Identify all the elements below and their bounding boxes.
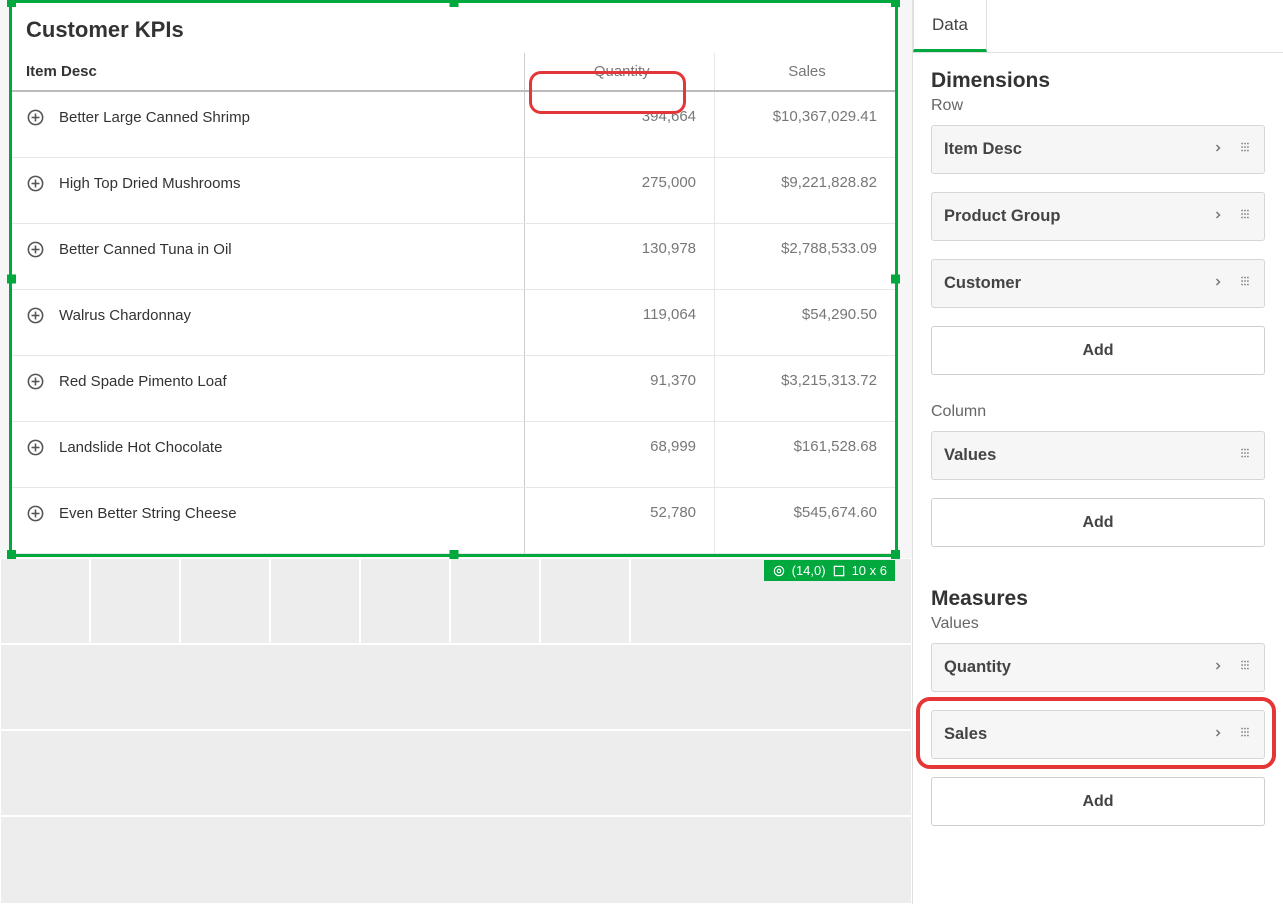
resize-handle-top-right[interactable] xyxy=(891,0,900,7)
row-sales: $9,221,828.82 xyxy=(715,158,895,224)
pivot-table: Item Desc Quantity Sales Better Large Ca… xyxy=(12,53,895,554)
resize-handle-middle-left[interactable] xyxy=(7,274,16,283)
table-row[interactable]: Red Spade Pimento Loaf 91,370$3,215,313.7… xyxy=(12,356,895,422)
row-quantity: 52,780 xyxy=(525,488,715,554)
add-label: Add xyxy=(1082,793,1113,811)
expand-icon[interactable] xyxy=(26,504,45,523)
chevron-right-icon xyxy=(1212,659,1226,677)
expand-icon[interactable] xyxy=(26,372,45,391)
expand-icon[interactable] xyxy=(26,306,45,325)
selection-size: 10 x 6 xyxy=(852,563,887,578)
pill-label: Item Desc xyxy=(944,140,1212,159)
resize-handle-top-left[interactable] xyxy=(7,0,16,7)
drag-handle-icon[interactable] xyxy=(1238,658,1252,677)
row-sales: $54,290.50 xyxy=(715,290,895,356)
tab-data[interactable]: Data xyxy=(913,0,987,52)
expand-icon[interactable] xyxy=(26,240,45,259)
chevron-right-icon xyxy=(1212,275,1226,293)
chevron-right-icon xyxy=(1212,726,1226,744)
pill-label: Product Group xyxy=(944,207,1212,226)
selection-coord: (14,0) xyxy=(792,563,826,578)
resize-handle-bottom-left[interactable] xyxy=(7,550,16,559)
row-sales: $545,674.60 xyxy=(715,488,895,554)
table-row[interactable]: Even Better String Cheese 52,780$545,674.… xyxy=(12,488,895,554)
target-icon xyxy=(772,564,786,578)
panel-tabs: Data xyxy=(913,0,1283,53)
pill-label: Values xyxy=(944,446,1238,465)
resize-handle-middle-right[interactable] xyxy=(891,274,900,283)
row-sales: $161,528.68 xyxy=(715,422,895,488)
expand-icon[interactable] xyxy=(26,438,45,457)
add-row-dimension-button[interactable]: Add xyxy=(931,326,1265,375)
dimension-pill-item-desc[interactable]: Item Desc xyxy=(931,125,1265,174)
row-label: Better Canned Tuna in Oil xyxy=(59,241,232,258)
add-label: Add xyxy=(1082,342,1113,360)
measures-title: Measures xyxy=(931,587,1265,611)
size-icon xyxy=(832,564,846,578)
row-label: Better Large Canned Shrimp xyxy=(59,109,250,126)
drag-handle-icon[interactable] xyxy=(1238,446,1252,465)
expand-icon[interactable] xyxy=(26,174,45,193)
row-label: Even Better String Cheese xyxy=(59,505,237,522)
drag-handle-icon[interactable] xyxy=(1238,140,1252,159)
drag-handle-icon[interactable] xyxy=(1238,274,1252,293)
drag-handle-icon[interactable] xyxy=(1238,207,1252,226)
row-label: High Top Dried Mushrooms xyxy=(59,175,240,192)
canvas-grid xyxy=(0,558,912,904)
pill-label: Sales xyxy=(944,725,1212,744)
chevron-right-icon xyxy=(1212,141,1226,159)
chevron-right-icon xyxy=(1212,208,1226,226)
object-title: Customer KPIs xyxy=(12,3,895,53)
header-sales[interactable]: Sales xyxy=(715,53,895,91)
row-label: Red Spade Pimento Loaf xyxy=(59,373,227,390)
header-item-desc[interactable]: Item Desc xyxy=(12,53,525,91)
table-row[interactable]: High Top Dried Mushrooms 275,000$9,221,82… xyxy=(12,158,895,224)
dimension-pill-product-group[interactable]: Product Group xyxy=(931,192,1265,241)
measure-pill-sales[interactable]: Sales xyxy=(931,710,1265,759)
row-sales: $10,367,029.41 xyxy=(715,91,895,158)
row-quantity: 119,064 xyxy=(525,290,715,356)
pivot-table-object[interactable]: Customer KPIs Item Desc Quantity Sales B… xyxy=(9,0,898,557)
tab-data-label: Data xyxy=(932,15,968,35)
row-label: Landslide Hot Chocolate xyxy=(59,439,222,456)
add-measure-button[interactable]: Add xyxy=(931,777,1265,826)
values-label: Values xyxy=(931,615,1265,633)
pill-label: Customer xyxy=(944,274,1212,293)
row-quantity: 275,000 xyxy=(525,158,715,224)
canvas-area: Customer KPIs Item Desc Quantity Sales B… xyxy=(0,0,912,904)
table-row[interactable]: Better Large Canned Shrimp 394,664$10,367… xyxy=(12,91,895,158)
header-quantity[interactable]: Quantity xyxy=(525,53,715,91)
drag-handle-icon[interactable] xyxy=(1238,725,1252,744)
row-label: Row xyxy=(931,97,1265,115)
properties-panel: Data Dimensions Row Item Desc Product Gro… xyxy=(912,0,1283,904)
measure-pill-quantity[interactable]: Quantity xyxy=(931,643,1265,692)
dimensions-title: Dimensions xyxy=(931,69,1265,93)
row-sales: $2,788,533.09 xyxy=(715,224,895,290)
row-label: Walrus Chardonnay xyxy=(59,307,191,324)
add-label: Add xyxy=(1082,514,1113,532)
column-pill-values[interactable]: Values xyxy=(931,431,1265,480)
pill-label: Quantity xyxy=(944,658,1212,677)
row-quantity: 91,370 xyxy=(525,356,715,422)
resize-handle-bottom-right[interactable] xyxy=(891,550,900,559)
row-quantity: 130,978 xyxy=(525,224,715,290)
table-row[interactable]: Landslide Hot Chocolate 68,999$161,528.68 xyxy=(12,422,895,488)
dimension-pill-customer[interactable]: Customer xyxy=(931,259,1265,308)
row-quantity: 394,664 xyxy=(525,91,715,158)
table-row[interactable]: Walrus Chardonnay 119,064$54,290.50 xyxy=(12,290,895,356)
add-column-dimension-button[interactable]: Add xyxy=(931,498,1265,547)
resize-handle-bottom-middle[interactable] xyxy=(449,550,458,559)
expand-icon[interactable] xyxy=(26,108,45,127)
table-row[interactable]: Better Canned Tuna in Oil 130,978$2,788,5… xyxy=(12,224,895,290)
row-quantity: 68,999 xyxy=(525,422,715,488)
resize-handle-top-middle[interactable] xyxy=(449,0,458,7)
selection-info-badge: (14,0) 10 x 6 xyxy=(764,560,895,581)
row-sales: $3,215,313.72 xyxy=(715,356,895,422)
column-label: Column xyxy=(931,403,1265,421)
